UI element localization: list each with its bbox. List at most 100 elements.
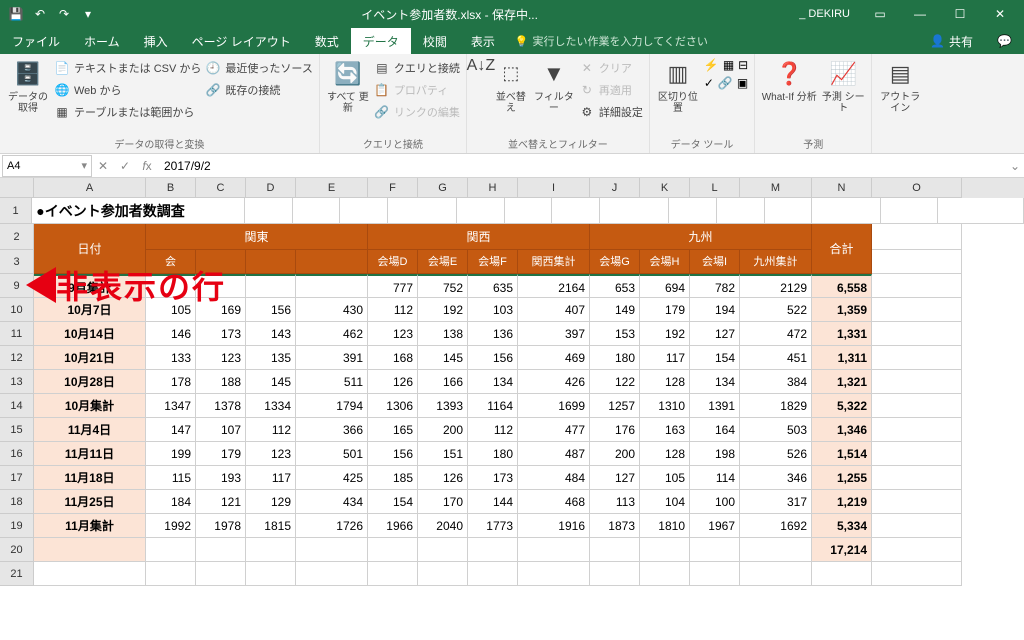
ribbon-display-icon[interactable]: ▭ [860, 0, 900, 28]
cell[interactable]: 511 [296, 370, 368, 394]
whatif-button[interactable]: ❓What-If 分析 [761, 58, 817, 103]
cell[interactable]: 138 [418, 322, 468, 346]
cell[interactable]: 156 [368, 442, 418, 466]
cell[interactable] [717, 198, 765, 224]
cell[interactable]: 151 [418, 442, 468, 466]
cell[interactable] [872, 370, 962, 394]
cell[interactable]: 469 [518, 346, 590, 370]
cell[interactable]: 526 [740, 442, 812, 466]
get-data-button[interactable]: 🗄️データの 取得 [6, 58, 50, 114]
tab-pagelayout[interactable]: ページ レイアウト [180, 28, 303, 54]
cell[interactable] [518, 538, 590, 562]
row-header[interactable]: 11 [0, 322, 34, 346]
cell[interactable]: 114 [690, 466, 740, 490]
cell[interactable] [296, 274, 368, 298]
cell[interactable] [872, 562, 962, 586]
tab-home[interactable]: ホーム [72, 28, 132, 54]
cell[interactable]: 425 [296, 466, 368, 490]
cell[interactable]: 123 [368, 322, 418, 346]
cell[interactable]: 146 [146, 322, 196, 346]
queries-connections[interactable]: ▤クエリと接続 [374, 58, 460, 78]
cell[interactable] [368, 562, 418, 586]
cell[interactable]: 1164 [468, 394, 518, 418]
consolidate-icon[interactable]: ⊟ [738, 58, 748, 72]
cell[interactable]: 777 [368, 274, 418, 298]
cell[interactable] [296, 538, 368, 562]
from-web[interactable]: 🌐Web から [54, 80, 201, 100]
cell[interactable]: 180 [590, 346, 640, 370]
cell[interactable]: 128 [640, 370, 690, 394]
tab-file[interactable]: ファイル [0, 28, 72, 54]
cell[interactable]: 104 [640, 490, 690, 514]
cell[interactable]: 154 [368, 490, 418, 514]
cell-header-kanto[interactable]: 関東 [146, 224, 368, 250]
cell[interactable] [872, 250, 962, 274]
cell[interactable]: 451 [740, 346, 812, 370]
refresh-all-button[interactable]: 🔄すべて 更新 [326, 58, 370, 114]
cell-header-kyushu[interactable]: 九州 [590, 224, 812, 250]
advanced-filter[interactable]: ⚙詳細設定 [579, 102, 643, 122]
cell[interactable] [246, 562, 296, 586]
cell[interactable] [34, 538, 146, 562]
comments-button[interactable]: 💬 [985, 28, 1024, 54]
cell-subheader[interactable]: 会場D [368, 250, 418, 274]
cell[interactable] [872, 224, 962, 250]
cell-subheader[interactable] [296, 250, 368, 274]
cell[interactable] [740, 538, 812, 562]
cell[interactable] [872, 394, 962, 418]
cell[interactable]: 503 [740, 418, 812, 442]
cell[interactable] [468, 538, 518, 562]
cell[interactable] [872, 466, 962, 490]
cell[interactable] [590, 562, 640, 586]
cell[interactable]: 184 [146, 490, 196, 514]
row-header[interactable]: 1 [0, 198, 32, 224]
cell[interactable]: 200 [418, 418, 468, 442]
cell[interactable] [293, 198, 341, 224]
cell[interactable]: 11月18日 [34, 466, 146, 490]
cell[interactable]: 147 [146, 418, 196, 442]
save-icon[interactable]: 💾 [4, 3, 28, 25]
cell[interactable]: 501 [296, 442, 368, 466]
cell[interactable]: 10月集計 [34, 394, 146, 418]
namebox-dropdown-icon[interactable]: ▾ [81, 159, 87, 172]
qat-customize-icon[interactable]: ▾ [76, 3, 100, 25]
cell[interactable]: 407 [518, 298, 590, 322]
cell[interactable]: 126 [418, 466, 468, 490]
forecast-sheet[interactable]: 📈予測 シート [821, 58, 865, 114]
cell[interactable]: 1992 [146, 514, 196, 538]
cell[interactable]: 17,214 [812, 538, 872, 562]
cell[interactable]: 134 [690, 370, 740, 394]
col-header[interactable]: O [872, 178, 962, 198]
cell[interactable]: 194 [690, 298, 740, 322]
cell[interactable]: 1829 [740, 394, 812, 418]
cell[interactable]: 179 [196, 442, 246, 466]
worksheet[interactable]: A B C D E F G H I J K L M N O 1●イベント参加者数… [0, 178, 1024, 640]
relationships-icon[interactable]: 🔗 [718, 76, 733, 90]
cell[interactable] [590, 538, 640, 562]
cell[interactable]: 1393 [418, 394, 468, 418]
cell[interactable]: 136 [468, 322, 518, 346]
select-all-corner[interactable] [0, 178, 34, 198]
tab-insert[interactable]: 挿入 [132, 28, 180, 54]
cell[interactable]: 1692 [740, 514, 812, 538]
cell[interactable]: 173 [468, 466, 518, 490]
from-text-csv[interactable]: 📄テキストまたは CSV から [54, 58, 201, 78]
row-header[interactable]: 12 [0, 346, 34, 370]
cell[interactable]: 117 [246, 466, 296, 490]
cell[interactable]: 477 [518, 418, 590, 442]
cell[interactable]: 126 [368, 370, 418, 394]
cell[interactable] [881, 198, 938, 224]
cell[interactable]: 173 [196, 322, 246, 346]
datamodel-icon[interactable]: ▣ [737, 76, 748, 90]
cell[interactable] [872, 298, 962, 322]
cell[interactable]: 472 [740, 322, 812, 346]
cell[interactable] [872, 322, 962, 346]
cell[interactable]: 10月21日 [34, 346, 146, 370]
cell-subheader[interactable]: 会場E [418, 250, 468, 274]
cell[interactable]: 112 [246, 418, 296, 442]
cell[interactable]: 164 [690, 418, 740, 442]
cell[interactable]: 156 [468, 346, 518, 370]
cell[interactable]: 1,321 [812, 370, 872, 394]
cell[interactable]: 103 [468, 298, 518, 322]
cell[interactable] [146, 538, 196, 562]
